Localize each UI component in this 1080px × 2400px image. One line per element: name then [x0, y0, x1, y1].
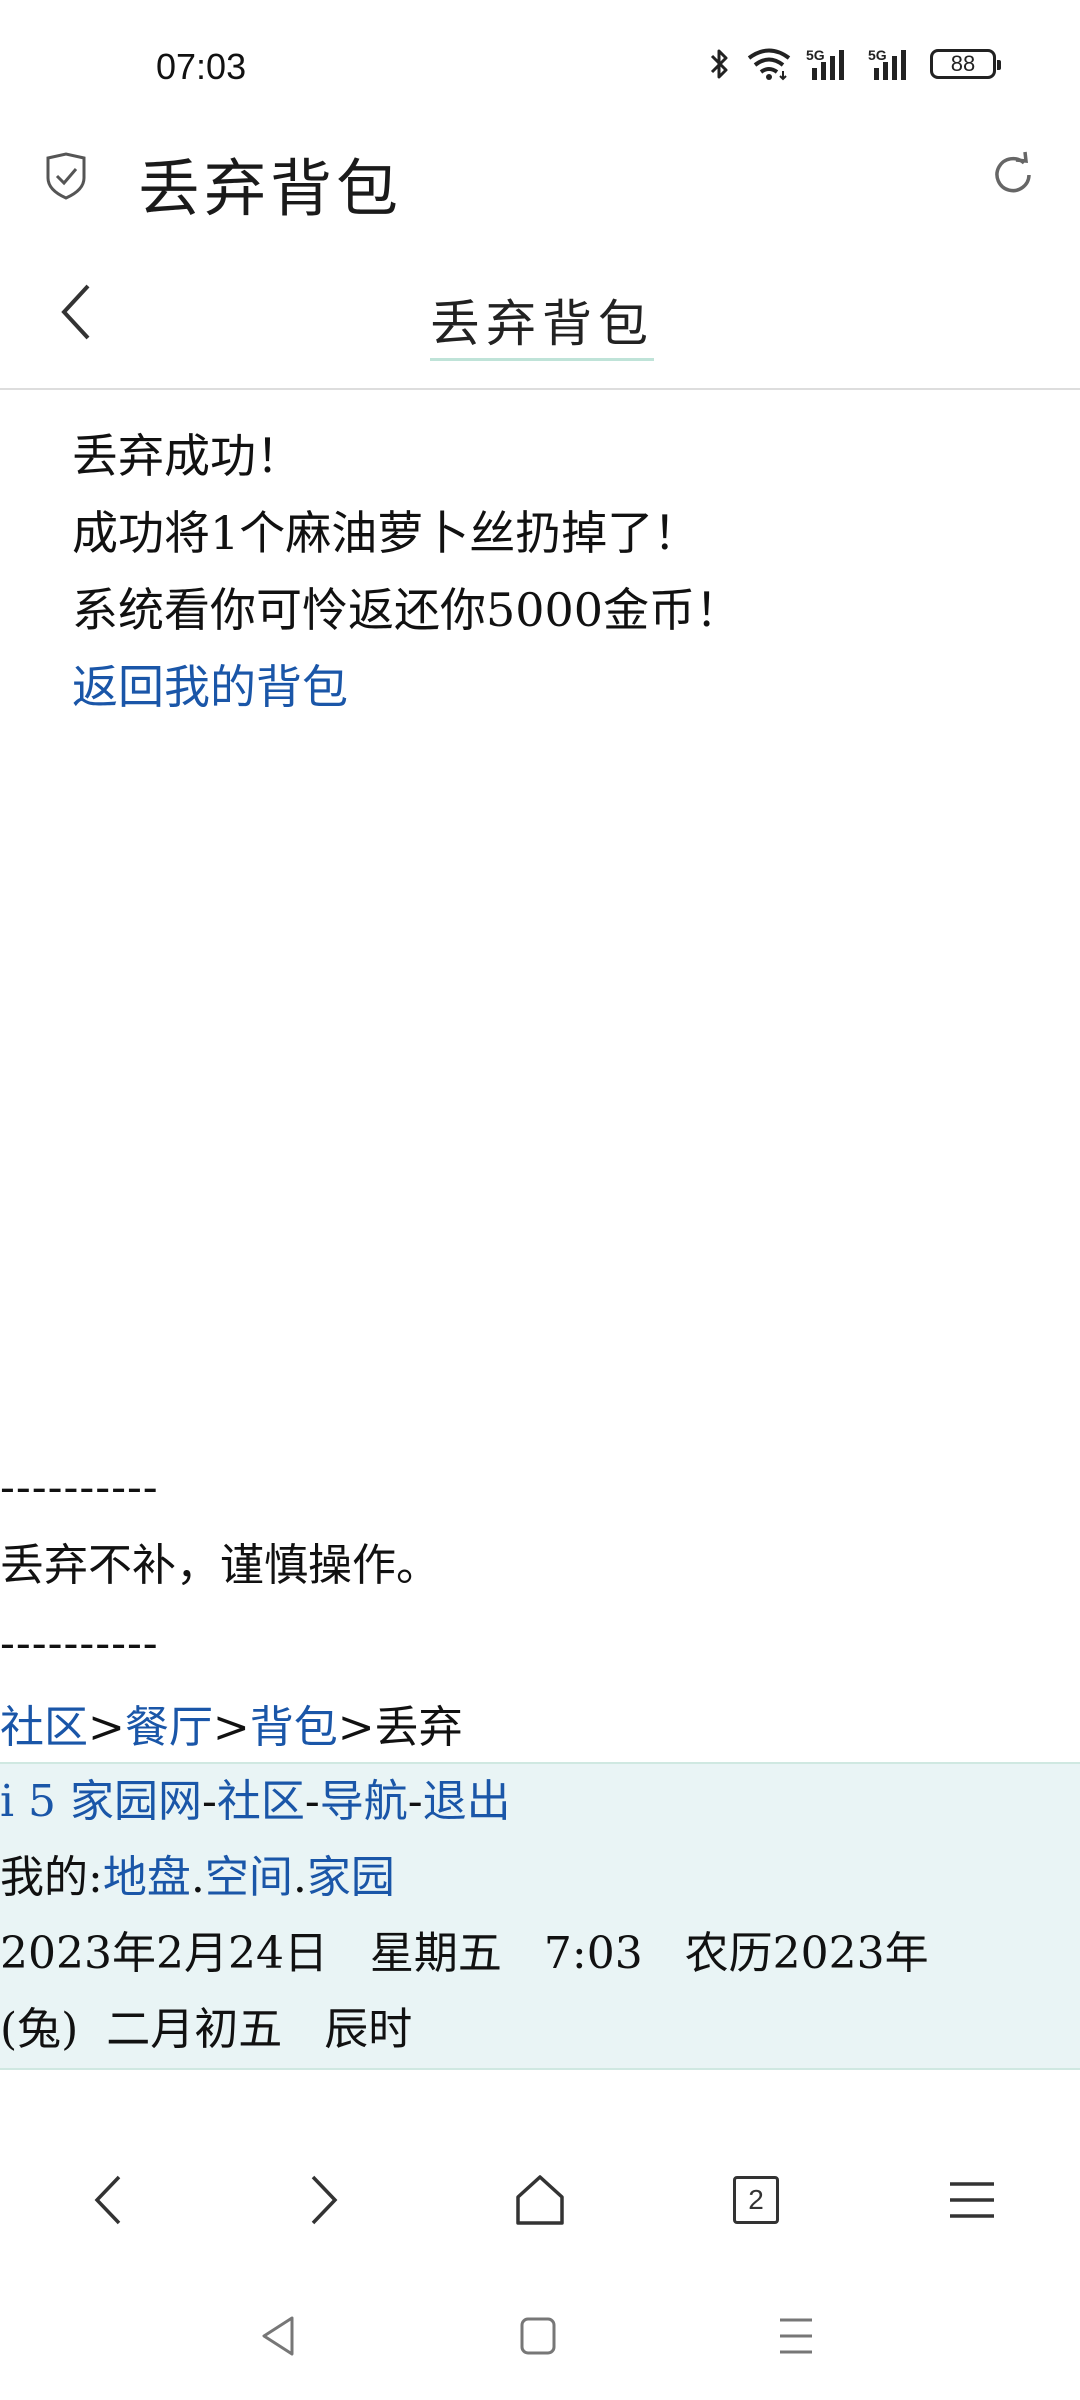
signal-5g-icon: 5G [868, 47, 906, 80]
refresh-icon[interactable] [988, 150, 1038, 200]
nav-back-icon[interactable] [258, 2314, 298, 2358]
site-home-link[interactable]: i 5 家园网 [0, 1776, 202, 1827]
back-to-backpack-link[interactable]: 返回我的背包 [72, 660, 348, 714]
my-links-row: 我的:地盘.空间.家园 [0, 1852, 395, 1903]
system-nav-bar [0, 2290, 1080, 2400]
divider-dashes: ---------- [0, 1462, 159, 1513]
result-line-1: 丢弃成功！ [72, 429, 302, 483]
back-arrow-icon [94, 2175, 121, 2225]
app-title: 丢弃背包 [138, 152, 403, 225]
nav-home-icon[interactable] [518, 2314, 558, 2358]
divider-dashes: ---------- [0, 1618, 159, 1669]
wifi-icon [747, 48, 791, 81]
menu-button[interactable] [942, 2170, 1002, 2230]
community-link[interactable]: 社区 [217, 1776, 305, 1827]
date-line: 2023年2月24日 星期五 7:03 农历2023年 [0, 1928, 929, 1979]
app-header: 丢弃背包 [0, 130, 1080, 240]
menu-icon [950, 2182, 994, 2218]
lunar-line: (兔) 二月初五 辰时 [0, 2004, 413, 2055]
page-title: 丢弃背包 [430, 284, 654, 361]
home-icon [516, 2175, 564, 2225]
breadcrumb-community[interactable]: 社区 [0, 1702, 88, 1753]
result-line-3: 系统看你可怜返还你5000金币！ [72, 583, 742, 637]
notice-text: 丢弃不补，谨慎操作。 [0, 1540, 440, 1591]
forward-button[interactable] [294, 2170, 354, 2230]
tabs-icon: 2 [733, 2176, 779, 2224]
site-info-box: i 5 家园网-社区-导航-退出 我的:地盘.空间.家园 2023年2月24日 … [0, 1762, 1080, 2070]
space-link[interactable]: 空间 [205, 1852, 293, 1903]
footer-area: ---------- 丢弃不补，谨慎操作。 ---------- 社区>餐厅>背… [0, 1452, 1080, 1770]
status-icons: 5G 5G 88 [708, 46, 1001, 82]
status-time: 07:03 [156, 46, 247, 87]
browser-toolbar: 2 [0, 2140, 1080, 2260]
battery-icon: 88 [930, 49, 1001, 79]
signal-5g-icon: 5G [806, 47, 844, 80]
navigation-link[interactable]: 导航 [320, 1776, 408, 1827]
bluetooth-icon [710, 49, 728, 79]
mine-label: 我的: [0, 1852, 103, 1903]
page-nav: 丢弃背包 [0, 260, 1080, 390]
territory-link[interactable]: 地盘 [103, 1852, 191, 1903]
back-button[interactable] [78, 2170, 138, 2230]
forward-arrow-icon [311, 2175, 338, 2225]
homeland-link[interactable]: 家园 [307, 1852, 395, 1903]
logout-link[interactable]: 退出 [423, 1776, 511, 1827]
main-content: 丢弃成功！ 成功将1个麻油萝卜丝扔掉了！ 系统看你可怜返还你5000金币！ 返回… [72, 418, 1032, 726]
breadcrumb-backpack[interactable]: 背包 [250, 1702, 338, 1753]
chevron-left-icon[interactable] [56, 280, 96, 344]
nav-recents-icon[interactable] [776, 2314, 816, 2358]
breadcrumb-restaurant[interactable]: 餐厅 [125, 1702, 213, 1753]
svg-text:5G: 5G [806, 47, 825, 63]
svg-text:5G: 5G [868, 47, 887, 63]
tabs-button[interactable]: 2 [726, 2170, 786, 2230]
status-bar: 07:03 5G 5G 88 [0, 0, 1080, 130]
battery-level: 88 [950, 51, 976, 76]
breadcrumb-current: 丢弃 [374, 1702, 463, 1753]
result-line-2: 成功将1个麻油萝卜丝扔掉了！ [72, 506, 700, 560]
shield-icon[interactable] [44, 152, 88, 200]
site-nav-row: i 5 家园网-社区-导航-退出 [0, 1776, 511, 1827]
home-button[interactable] [510, 2170, 570, 2230]
breadcrumb: 社区>餐厅>背包>丢弃 [0, 1702, 463, 1753]
